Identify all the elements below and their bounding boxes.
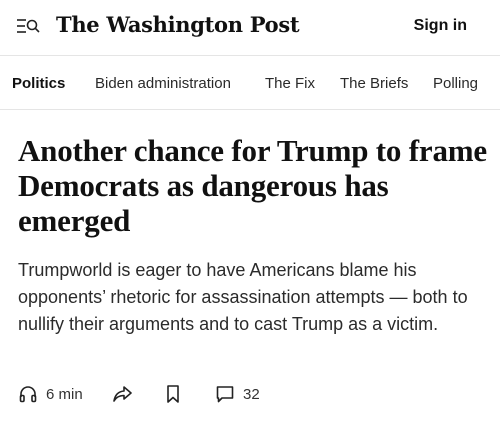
nav-item-the-briefs[interactable]: The Briefs: [340, 75, 408, 92]
sign-in-link[interactable]: Sign in: [414, 17, 467, 35]
nav-item-the-fix[interactable]: The Fix: [265, 75, 315, 92]
top-bar: The Washington Post Sign in: [0, 0, 500, 54]
article-actions: 6 min 32: [18, 384, 488, 410]
listen-duration: 6 min: [46, 385, 83, 403]
nav-item-politics[interactable]: Politics: [12, 75, 65, 92]
bookmark-icon: [164, 384, 182, 404]
article-dek: Trumpworld is eager to have Americans bl…: [18, 260, 468, 334]
comment-icon: [215, 384, 235, 404]
share-button[interactable]: [112, 384, 134, 404]
listen-button[interactable]: 6 min: [18, 384, 83, 404]
nav-item-polling[interactable]: Polling: [433, 75, 478, 92]
comment-count: 32: [243, 385, 260, 403]
article-headline[interactable]: Another chance for Trump to frame Democr…: [18, 133, 488, 238]
site-logo[interactable]: The Washington Post: [56, 12, 300, 37]
headphones-icon: [18, 384, 38, 404]
section-nav: Politics Biden administration The Fix Th…: [0, 56, 500, 110]
share-arrow-icon: [112, 384, 134, 404]
comments-button[interactable]: 32: [215, 384, 260, 404]
nav-item-biden-administration[interactable]: Biden administration: [95, 75, 231, 92]
menu-search-icon[interactable]: [16, 16, 40, 38]
nav-divider: [0, 109, 500, 110]
save-button[interactable]: [164, 384, 182, 404]
